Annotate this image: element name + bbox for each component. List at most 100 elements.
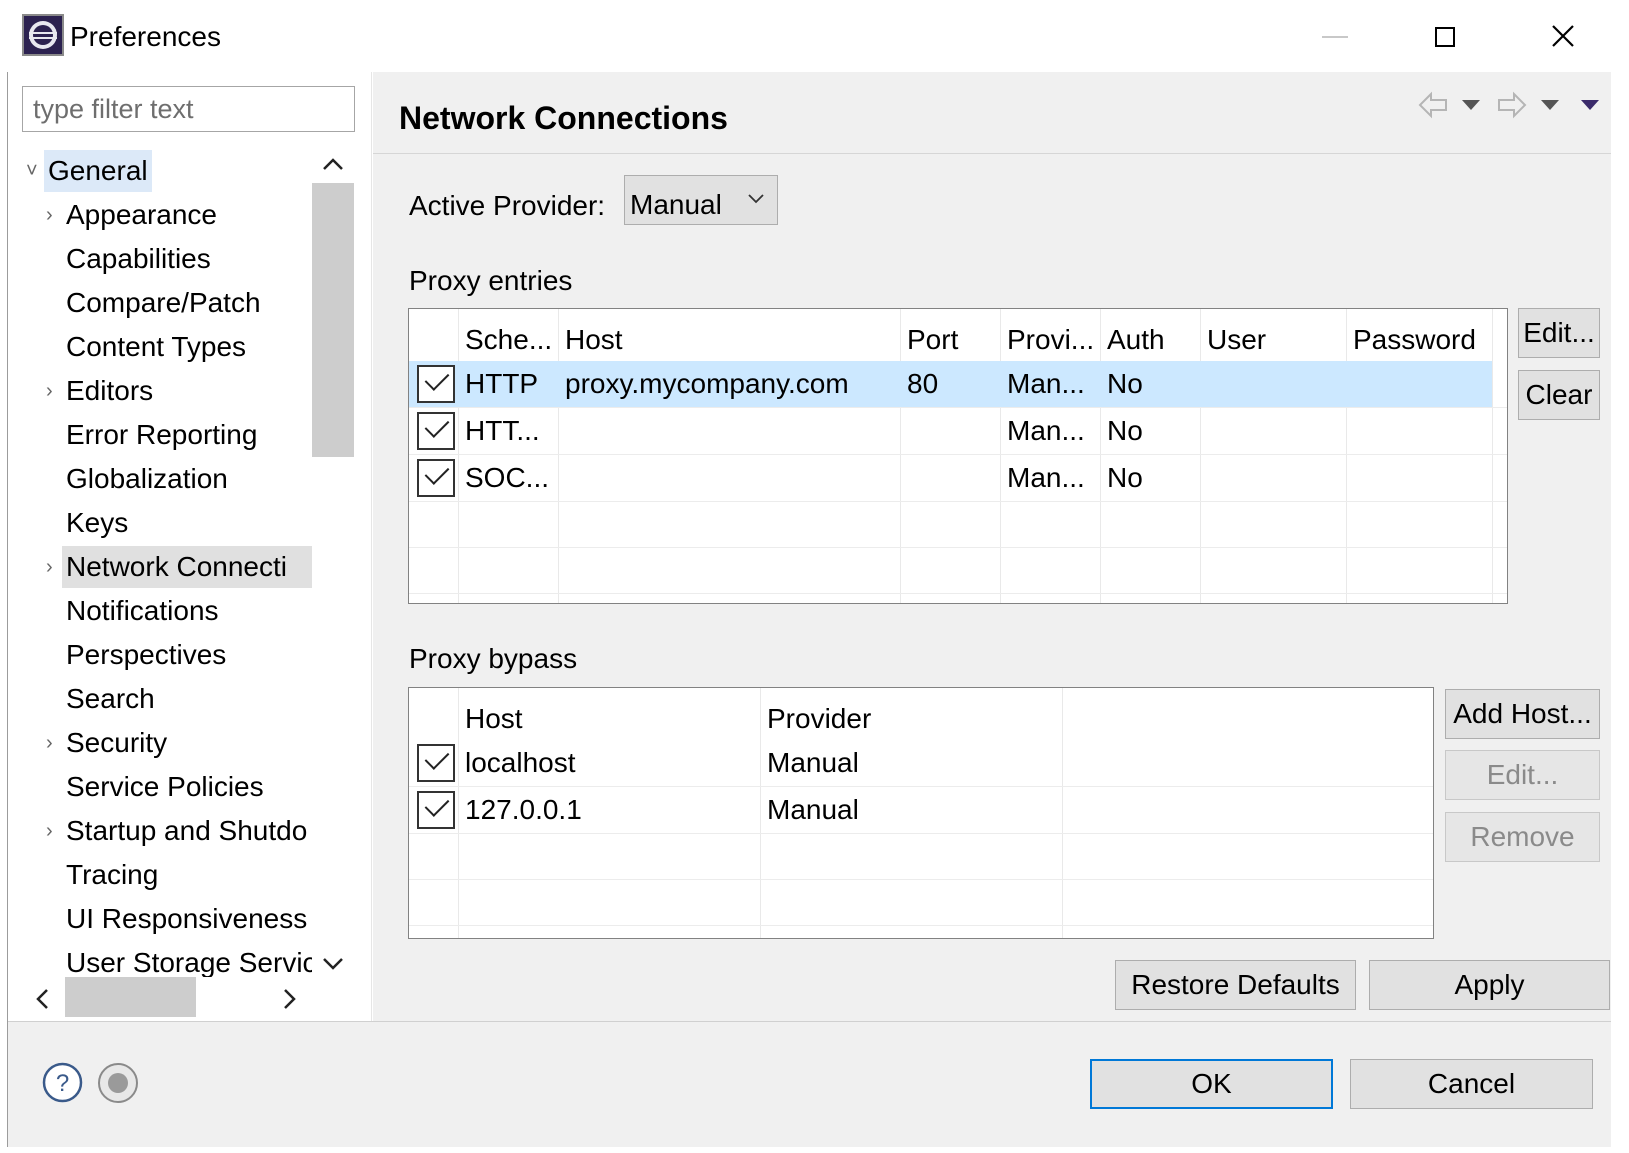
edit-bypass-button[interactable]: Edit... [1445, 750, 1600, 800]
view-menu-icon[interactable] [1581, 100, 1599, 110]
cancel-button[interactable]: Cancel [1350, 1059, 1593, 1109]
maximize-icon[interactable] [1415, 6, 1475, 66]
column-header-host[interactable]: Host [559, 309, 623, 359]
edit-proxy-button[interactable]: Edit... [1518, 308, 1600, 358]
cell-provider: Man... [1007, 462, 1085, 493]
add-host-button[interactable]: Add Host... [1445, 689, 1600, 739]
ok-button[interactable]: OK [1090, 1059, 1333, 1109]
tree-item-search[interactable]: Search [22, 678, 312, 720]
close-icon[interactable] [1533, 6, 1593, 66]
cell-host: 127.0.0.1 [465, 794, 582, 825]
svg-text:?: ? [56, 1070, 69, 1097]
scroll-left-icon[interactable] [34, 988, 50, 1015]
tree-item-service-policies[interactable]: Service Policies [22, 766, 312, 808]
tree-item-label: Content Types [66, 331, 247, 362]
active-provider-value: Manual [630, 189, 722, 220]
tree-item-compare-patch[interactable]: Compare/Patch [22, 282, 312, 324]
cell-auth: No [1107, 368, 1143, 399]
tree-item-user-storage[interactable]: User Storage Servic [22, 942, 312, 980]
row-checkbox[interactable] [417, 412, 455, 450]
chevron-right-icon[interactable]: › [46, 194, 53, 236]
tree-item-label: User Storage Servic [66, 947, 312, 978]
cell-port: 80 [907, 368, 939, 399]
remove-bypass-button[interactable]: Remove [1445, 812, 1600, 862]
forward-history-dropdown-icon[interactable] [1541, 100, 1559, 110]
tree-item-label: Network Connecti [62, 546, 312, 588]
column-header-scheme[interactable]: Sche... [459, 309, 552, 359]
proxy-bypass-table[interactable]: Host Provider localhost Manual 127.0.0.1… [408, 687, 1434, 939]
column-header-port[interactable]: Port [901, 309, 958, 359]
tree-item-label: Service Policies [66, 771, 264, 802]
tree-item-label: Tracing [66, 859, 159, 890]
tree-item-label: Globalization [66, 463, 228, 494]
eclipse-app-icon [22, 14, 64, 56]
tree-item-startup-shutdown[interactable]: › Startup and Shutdo [22, 810, 312, 852]
tree-item-general[interactable]: ˅ General [22, 150, 312, 192]
tree-item-appearance[interactable]: › Appearance [22, 194, 312, 236]
cell-host: localhost [465, 747, 576, 778]
table-row[interactable]: SOC... Man... No [409, 455, 1492, 501]
tree-item-tracing[interactable]: Tracing [22, 854, 312, 896]
column-header-provider[interactable]: Provi... [1001, 309, 1094, 359]
cell-host: proxy.mycompany.com [565, 368, 849, 399]
chevron-right-icon[interactable]: › [46, 722, 53, 764]
tree-item-notifications[interactable]: Notifications [22, 590, 312, 632]
record-icon[interactable] [97, 1062, 139, 1104]
scroll-right-icon[interactable] [282, 988, 298, 1015]
cell-provider: Manual [767, 747, 859, 778]
tree-horizontal-scroll-thumb[interactable] [65, 977, 196, 1017]
chevron-right-icon[interactable]: › [46, 370, 53, 412]
tree-item-error-reporting[interactable]: Error Reporting [22, 414, 312, 456]
help-icon[interactable]: ? [42, 1062, 83, 1103]
apply-button[interactable]: Apply [1369, 960, 1610, 1010]
column-header-user[interactable]: User [1201, 309, 1266, 359]
tree-item-label: Error Reporting [66, 419, 258, 450]
tree-item-security[interactable]: › Security [22, 722, 312, 764]
minimize-icon[interactable] [1300, 6, 1360, 66]
back-arrow-icon[interactable] [1417, 90, 1449, 125]
filter-input[interactable] [22, 86, 355, 132]
chevron-down-icon [747, 192, 765, 210]
cell-provider: Manual [767, 794, 859, 825]
row-checkbox[interactable] [417, 365, 455, 403]
tree-item-network-connections[interactable]: › Network Connecti [22, 546, 312, 588]
column-header-provider[interactable]: Provider [761, 688, 871, 738]
table-row[interactable]: 127.0.0.1 Manual [409, 787, 1433, 833]
tree-item-perspectives[interactable]: Perspectives [22, 634, 312, 676]
tree-item-content-types[interactable]: Content Types [22, 326, 312, 368]
tree-item-label: Perspectives [66, 639, 227, 670]
column-header-host[interactable]: Host [459, 688, 523, 738]
table-row[interactable]: localhost Manual [409, 740, 1433, 786]
tree-vertical-scroll-thumb[interactable] [312, 183, 354, 457]
tree-item-label: Search [66, 683, 155, 714]
column-header-auth[interactable]: Auth [1101, 309, 1165, 359]
tree-item-keys[interactable]: Keys [22, 502, 312, 544]
tree-item-globalization[interactable]: Globalization [22, 458, 312, 500]
tree-item-label: Security [66, 727, 168, 758]
proxy-entries-table[interactable]: Sche... Host Port Provi... Auth User Pas… [408, 308, 1508, 604]
tree-item-label: Startup and Shutdo [66, 815, 308, 846]
scroll-up-icon[interactable] [322, 150, 344, 176]
tree-item-ui-responsiveness[interactable]: UI Responsiveness [22, 898, 312, 940]
table-row[interactable]: HTT... Man... No [409, 408, 1492, 454]
active-provider-label: Active Provider: [409, 190, 606, 221]
column-header-password[interactable]: Password [1347, 309, 1476, 359]
row-checkbox[interactable] [417, 744, 455, 782]
tree-item-editors[interactable]: › Editors [22, 370, 312, 412]
cell-scheme: HTT... [465, 415, 540, 446]
forward-arrow-icon[interactable] [1496, 90, 1528, 125]
chevron-down-icon[interactable]: ˅ [26, 150, 38, 192]
restore-defaults-button[interactable]: Restore Defaults [1115, 960, 1356, 1010]
back-history-dropdown-icon[interactable] [1462, 100, 1480, 110]
table-row[interactable]: HTTP proxy.mycompany.com 80 Man... No [409, 361, 1492, 407]
tree-item-capabilities[interactable]: Capabilities [22, 238, 312, 280]
window-left-border [0, 0, 8, 1153]
cell-provider: Man... [1007, 415, 1085, 446]
chevron-right-icon[interactable]: › [46, 546, 53, 588]
cell-scheme: HTTP [465, 368, 539, 399]
scroll-down-icon[interactable] [322, 950, 344, 976]
row-checkbox[interactable] [417, 459, 455, 497]
row-checkbox[interactable] [417, 791, 455, 829]
chevron-right-icon[interactable]: › [46, 810, 53, 852]
clear-proxy-button[interactable]: Clear [1518, 370, 1600, 420]
